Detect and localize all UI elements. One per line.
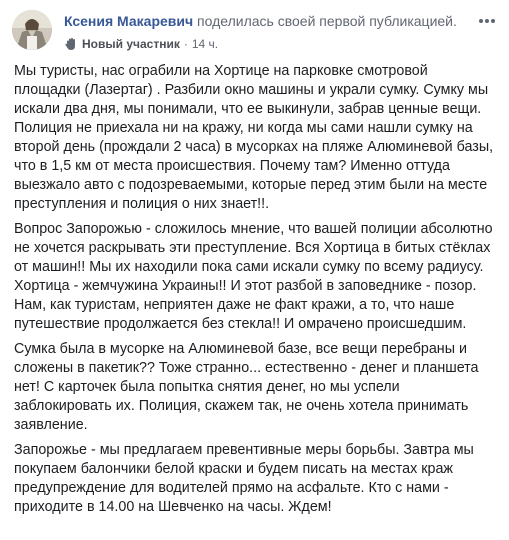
author-action: поделилась своей первой публикацией. xyxy=(197,13,457,29)
post-body: Мы туристы, нас ограбили на Хортице на п… xyxy=(14,62,498,523)
post-paragraph: Сумка была в мусорке на Алюминевой базе,… xyxy=(14,341,479,433)
post-paragraph: Мы туристы, нас ограбили на Хортице на п… xyxy=(14,63,494,212)
avatar[interactable] xyxy=(12,10,52,50)
feed-post: Ксения Макаревич поделилась своей первой… xyxy=(0,0,509,540)
post-header: Ксения Макаревич поделилась своей первой… xyxy=(64,12,457,30)
post-meta: Новый участник · 14 ч. xyxy=(64,36,218,52)
meta-separator: · xyxy=(183,37,188,51)
new-member-badge[interactable]: Новый участник xyxy=(82,36,180,52)
post-timestamp[interactable]: 14 ч. xyxy=(192,36,218,52)
post-paragraph: Запорожье - мы предлагаем превентивные м… xyxy=(14,442,474,515)
more-options-button[interactable] xyxy=(477,14,497,26)
more-dots-icon xyxy=(479,19,495,23)
author-name[interactable]: Ксения Макаревич xyxy=(64,13,193,29)
post-paragraph: Вопрос Запорожью - сложилось мнение, что… xyxy=(14,221,493,332)
wave-hand-icon xyxy=(65,38,75,50)
avatar-photo xyxy=(12,10,52,50)
